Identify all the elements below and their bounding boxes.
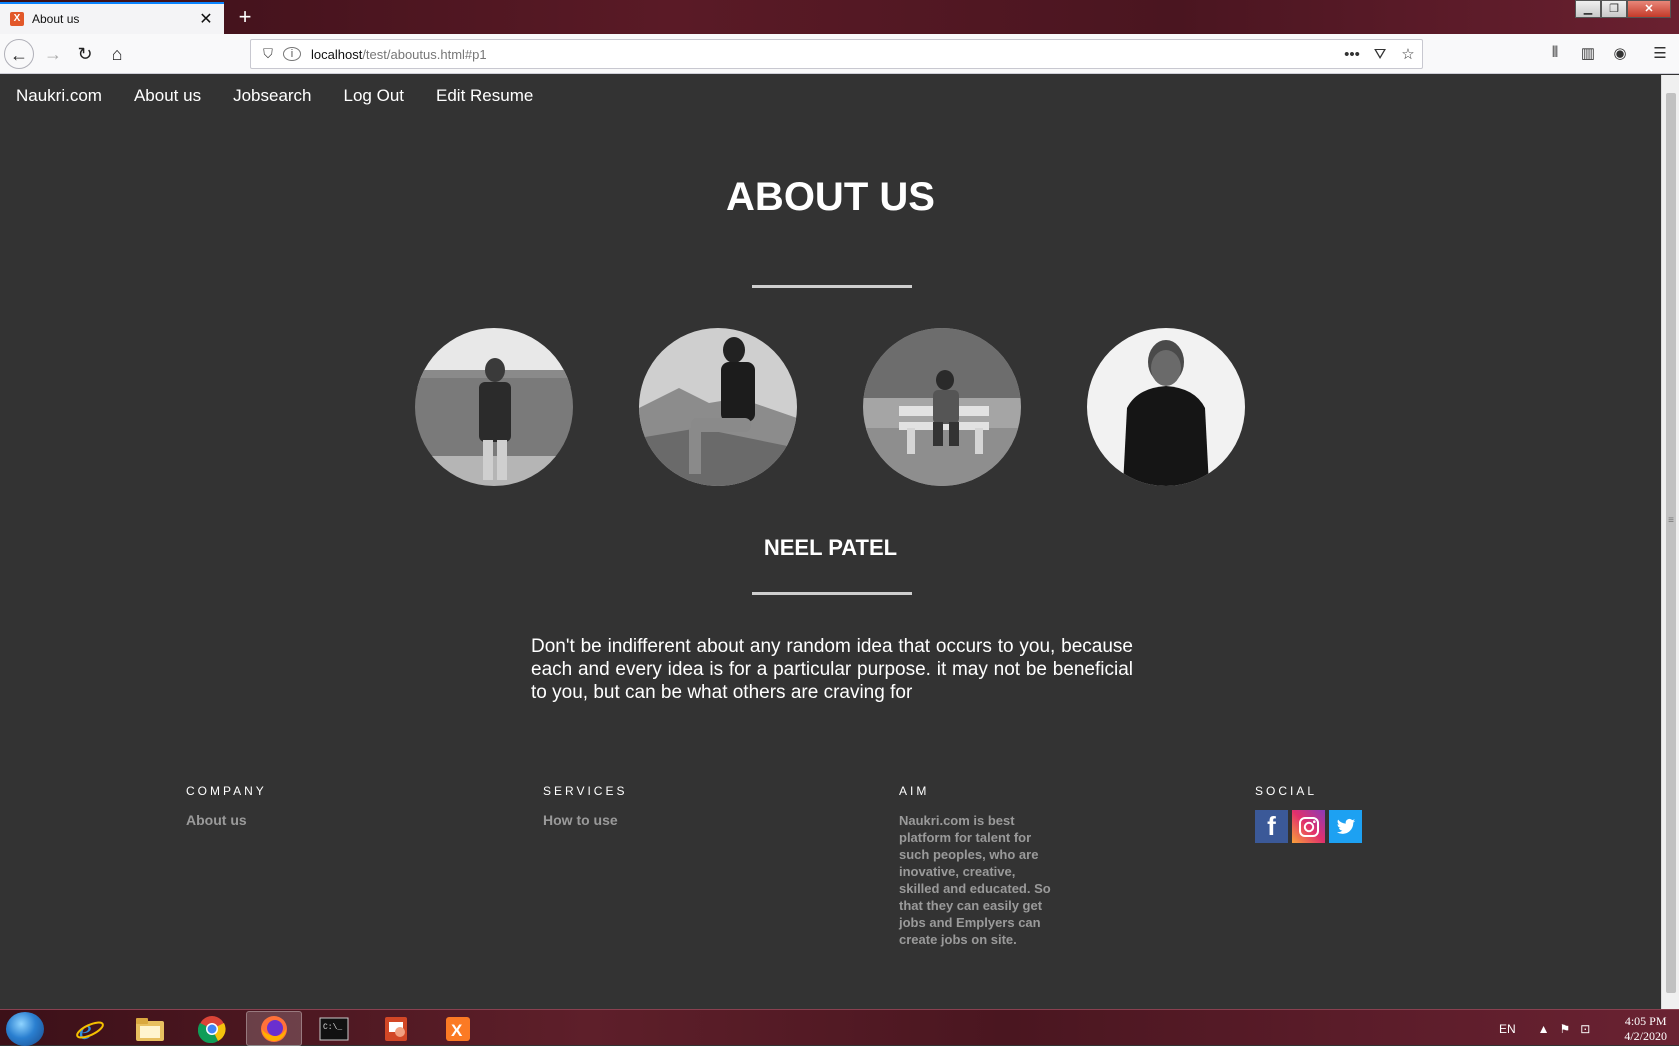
xampp-favicon-icon: X [10,12,24,26]
footer-link-how-to-use[interactable]: How to use [543,812,627,828]
footer-company-heading: COMPANY [186,784,267,798]
footer-aim-text: Naukri.com is best platform for talent f… [899,813,1051,947]
member-quote: Don't be indifferent about any random id… [531,636,1133,703]
team-photos [415,328,1245,488]
more-actions-icon[interactable]: ••• [1338,46,1366,63]
file-explorer-icon[interactable] [122,1011,178,1046]
shield-icon[interactable]: ⛉ [259,46,277,62]
windows-taskbar: e C:\_ X EN ▲⚑⊡ 4:05 PM 4/2/2020 [0,1009,1679,1046]
facebook-icon[interactable]: f [1255,810,1288,843]
svg-text:X: X [451,1021,463,1040]
restore-button[interactable]: ❐ [1601,0,1627,18]
footer-social-heading: SOCIAL [1255,784,1318,798]
network-icon[interactable]: ⊡ [1580,1022,1600,1036]
browser-tab[interactable]: X About us ✕ [0,2,224,34]
footer-social: SOCIAL f [1255,784,1366,843]
team-member-photo-3[interactable] [863,328,1021,486]
social-icons: f [1255,810,1366,843]
clock-date: 4/2/2020 [1624,1029,1667,1043]
member-name: NEEL PATEL [763,535,898,560]
forward-button[interactable]: → [38,39,68,69]
title-divider [752,285,912,288]
nav-link-home[interactable]: Naukri.com [16,75,102,117]
nav-link-edit-resume[interactable]: Edit Resume [436,75,533,117]
footer-services: SERVICES How to use [543,784,627,828]
twitter-icon[interactable] [1329,810,1362,843]
url-host: localhost [311,46,363,62]
footer-aim-heading: AIM [899,784,930,798]
scrollbar-grip-icon: ≡ [1668,515,1674,526]
reload-button[interactable]: ↻ [70,39,100,69]
scrollbar-thumb[interactable] [1666,93,1676,993]
start-button[interactable] [6,1012,44,1046]
minimize-button[interactable]: ▁ [1575,0,1601,18]
browser-tab-bar: X About us ✕ + ▁ ❐ ✕ [0,0,1679,34]
clock-time: 4:05 PM [1624,1014,1667,1028]
footer-services-heading: SERVICES [543,784,628,798]
home-button[interactable]: ⌂ [102,39,132,69]
nav-link-jobsearch[interactable]: Jobsearch [233,75,311,117]
show-hidden-icons-icon[interactable]: ▲ [1538,1022,1560,1036]
tab-title: About us [32,12,80,26]
clock[interactable]: 4:05 PM 4/2/2020 [1624,1014,1667,1044]
library-icon[interactable]: ⫴ [1543,44,1567,64]
page-content: Naukri.com About us Jobsearch Log Out Ed… [0,75,1661,1009]
address-bar[interactable]: ⛉ i localhost/test/aboutus.html#p1 ••• ⛛… [250,39,1423,69]
footer-company: COMPANY About us [186,784,267,828]
menu-icon[interactable]: ☰ [1648,44,1672,64]
url-text[interactable]: localhost/test/aboutus.html#p1 [311,47,1338,62]
chrome-icon[interactable] [184,1011,240,1046]
xampp-icon[interactable]: X [430,1011,486,1046]
svg-text:C:\_: C:\_ [323,1023,342,1032]
account-icon[interactable]: ◉ [1608,44,1632,64]
page-title: ABOUT US [726,175,935,219]
site-navigation: Naukri.com About us Jobsearch Log Out Ed… [0,75,1661,117]
team-member-photo-1[interactable] [415,328,573,486]
new-tab-button[interactable]: + [232,4,258,30]
tray-icons: ▲⚑⊡ [1538,1022,1601,1036]
powerpoint-icon[interactable] [368,1011,424,1046]
system-tray: EN ▲⚑⊡ 4:05 PM 4/2/2020 [1499,1014,1667,1044]
close-window-button[interactable]: ✕ [1627,0,1671,18]
browser-toolbar: ← → ↻ ⌂ ⛉ i localhost/test/aboutus.html#… [0,34,1679,74]
instagram-icon[interactable] [1292,810,1325,843]
name-divider [752,592,912,595]
info-icon[interactable]: i [283,47,301,61]
bookmark-star-icon[interactable]: ☆ [1394,45,1422,63]
pocket-icon[interactable]: ⛛ [1366,46,1394,63]
window-controls: ▁ ❐ ✕ [1575,0,1671,18]
page-scrollbar[interactable]: ≡ [1661,75,1679,1009]
firefox-icon[interactable] [246,1011,302,1046]
url-path: /test/aboutus.html#p1 [362,46,487,62]
language-indicator[interactable]: EN [1499,1022,1516,1036]
sidebar-icon[interactable]: ▥ [1576,44,1600,64]
team-member-photo-4[interactable] [1087,328,1245,486]
nav-link-log-out[interactable]: Log Out [344,75,405,117]
close-tab-icon[interactable]: ✕ [194,9,218,29]
back-button[interactable]: ← [4,39,34,69]
command-prompt-icon[interactable]: C:\_ [306,1011,362,1046]
team-member-photo-2[interactable] [639,328,797,486]
action-center-flag-icon[interactable]: ⚑ [1560,1022,1581,1036]
nav-link-about-us[interactable]: About us [134,75,201,117]
internet-explorer-icon[interactable]: e [62,1011,118,1046]
footer-aim: AIM Naukri.com is best platform for tale… [899,784,1055,948]
footer-link-about-us[interactable]: About us [186,812,267,828]
